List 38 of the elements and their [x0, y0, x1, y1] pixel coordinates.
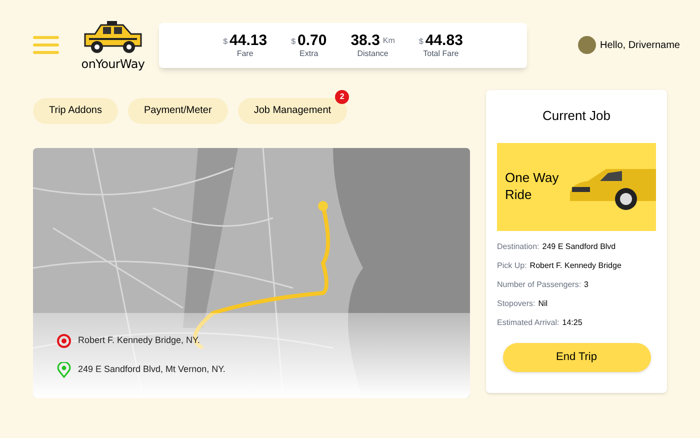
stat-value: 44.83: [425, 32, 463, 50]
stat-value: 44.13: [230, 32, 268, 50]
detail-label: Estimated Arrival:: [497, 316, 560, 328]
detail-label: Number of Passengers:: [497, 278, 582, 290]
detail-value: 14:25: [562, 316, 582, 328]
location-pin-icon: [57, 362, 71, 378]
menu-icon[interactable]: [33, 36, 59, 54]
banner-text: One Way Ride: [505, 170, 560, 203]
stat-label: Total Fare: [423, 50, 459, 58]
card-title: Current Job: [542, 107, 610, 125]
unit-label: Km: [382, 34, 395, 47]
map[interactable]: Robert F. Kennedy Bridge, NY. 249 E Sandford Blvd, Mt Vernon, NY.: [33, 148, 470, 398]
stat-value: 0.70: [298, 32, 327, 50]
target-pin-icon: [57, 334, 71, 348]
currency-sign: $: [418, 36, 424, 48]
stat-value: 38.3: [350, 32, 380, 50]
stop-address: 249 E Sandford Blvd, Mt Vernon, NY.: [78, 362, 226, 376]
detail-value: Nil: [538, 298, 548, 310]
tab-button[interactable]: Trip Addons: [33, 98, 118, 124]
stat-label: Fare: [236, 50, 254, 58]
currency-sign: $: [291, 36, 296, 48]
avatar: [578, 36, 596, 54]
detail-label: Pick Up:: [497, 260, 527, 272]
stop-address: Robert F. Kennedy Bridge, NY.: [78, 334, 200, 347]
detail-label: Destination:: [497, 240, 540, 252]
logo-text: onYourWay: [81, 58, 145, 70]
detail-value: Robert F. Kennedy Bridge: [530, 260, 622, 272]
detail-label: Stopovers:: [497, 298, 536, 310]
notification-badge: 2: [335, 90, 350, 104]
tab-button[interactable]: Job Management: [238, 98, 348, 124]
end-trip-button[interactable]: End Trip: [502, 342, 650, 372]
stat-label: Distance: [357, 50, 388, 58]
detail-value: 3: [584, 278, 588, 290]
greeting-text: Hello, Drivername: [600, 38, 680, 52]
stat-label: Extra: [300, 50, 318, 58]
detail-value: 249 E Sandford Blvd: [542, 240, 616, 252]
tab-button[interactable]: Payment/Meter: [128, 98, 228, 124]
currency-sign: $: [223, 36, 228, 48]
